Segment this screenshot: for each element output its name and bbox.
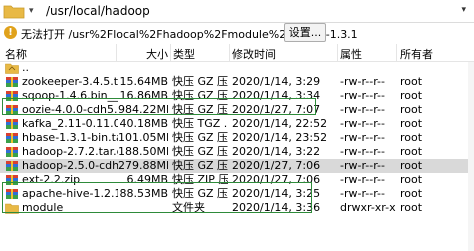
file-size: 16.86MB <box>119 89 168 102</box>
file-attributes: -rw-r--r-- <box>340 103 385 116</box>
file-name: hadoop-2.7.2.tar.gz <box>22 145 118 158</box>
file-modified: 2020/1/14, 3:34 <box>232 89 321 102</box>
file-type: 文件夹 <box>172 201 205 214</box>
history-caret-icon[interactable]: ▾ <box>29 6 39 16</box>
file-modified: 2020/1/14, 3:36 <box>232 201 321 214</box>
file-owner: root <box>400 173 423 186</box>
table-row[interactable]: module 文件夹 2020/1/14, 3:36 drwxr-xr-x root <box>0 201 474 215</box>
file-size: 88.53MB <box>119 187 168 200</box>
file-modified: 2020/1/14, 23:52 <box>232 131 328 144</box>
file-owner: root <box>400 89 423 102</box>
file-modified: 2020/1/27, 7:06 <box>232 173 321 186</box>
path-input[interactable]: /usr/local/hadoop <box>46 4 150 18</box>
file-attributes: -rw-r--r-- <box>340 187 385 200</box>
file-name: ext-2.2.zip <box>22 173 81 186</box>
archive-icon <box>6 161 18 171</box>
file-type: 快压 TGZ ... <box>172 117 228 130</box>
archive-icon <box>6 91 18 101</box>
file-size: 6.49MB <box>126 173 168 186</box>
file-modified: 2020/1/14, 3:29 <box>232 75 321 88</box>
table-row[interactable]: kafka_2.11-0.11.0.2.t...40.18MB 快压 TGZ ..… <box>0 117 474 131</box>
file-attributes: drwxr-xr-x <box>340 201 396 214</box>
table-row[interactable]: apache-hive-1.2.1-bi...88.53MB 快压 GZ 压...… <box>0 187 474 201</box>
file-attributes: -rw-r--r-- <box>340 173 385 186</box>
file-modified: 2020/1/14, 3:25 <box>232 187 321 200</box>
path-dropdown-icon[interactable]: ▾ <box>461 5 466 15</box>
column-name[interactable]: 名称 <box>5 46 27 62</box>
file-attributes: -rw-r--r-- <box>340 117 385 130</box>
column-size[interactable]: 大小 <box>146 46 168 62</box>
folder-icon <box>3 5 25 19</box>
archive-icon <box>6 105 18 115</box>
table-row[interactable]: sqoop-1.4.6.bin__ha...16.86MB 快压 GZ 压... 2… <box>0 89 474 103</box>
file-name: apache-hive-1.2.1-bi... <box>22 187 118 200</box>
file-size: 101.05MB <box>118 131 168 144</box>
file-attributes: -rw-r--r-- <box>340 159 385 172</box>
file-size: 40.18MB <box>119 117 168 130</box>
file-type: 快压 GZ 压... <box>172 145 228 158</box>
file-size: 188.50MB <box>118 145 168 158</box>
file-name: zookeeper-3.4.5.tar.... <box>22 75 118 88</box>
file-name: .. <box>22 61 29 74</box>
error-bar: ! 无法打开 /usr%2Flocal%2Fhadoop%2Fmodule%2F… <box>0 23 474 43</box>
file-name: kafka_2.11-0.11.0.2.t... <box>22 117 118 130</box>
file-type: 快压 GZ 压... <box>172 159 228 172</box>
table-row[interactable]: hbase-1.3.1-bin.tar.gz101.05MB 快压 GZ 压...… <box>0 131 474 145</box>
file-modified: 2020/1/14, 3:22 <box>232 145 321 158</box>
column-header: 名称 大小 类型 修改时间 属性 所有者 <box>0 44 474 62</box>
table-row[interactable]: hadoop-2.5.0-cdh5...279.88MB 快压 GZ 压... 20… <box>0 159 474 173</box>
file-type: 快压 GZ 压... <box>172 89 228 102</box>
settings-button[interactable]: 设置... <box>284 23 326 42</box>
file-modified: 2020/1/14, 22:52 <box>232 117 328 130</box>
table-row[interactable]: .. <box>0 61 474 75</box>
file-name: sqoop-1.4.6.bin__ha... <box>22 89 118 102</box>
table-row[interactable]: hadoop-2.7.2.tar.gz188.50MB 快压 GZ 压... 202… <box>0 145 474 159</box>
archive-icon <box>6 133 18 143</box>
table-row[interactable]: oozie-4.0.0-cdh5.3.6...984.22MB 快压 GZ 压..… <box>0 103 474 117</box>
file-name: hbase-1.3.1-bin.tar.gz <box>22 131 118 144</box>
file-type: 快压 ZIP 压... <box>172 173 228 186</box>
archive-icon <box>6 189 18 199</box>
vertical-scrollbar[interactable] <box>468 62 474 251</box>
table-row[interactable]: ext-2.2.zip 6.49MB 快压 ZIP 压... 2020/1/27, 7… <box>0 173 474 187</box>
file-owner: root <box>400 103 423 116</box>
file-type: 快压 GZ 压... <box>172 131 228 144</box>
file-type: 快压 GZ 压... <box>172 75 228 88</box>
file-name: module <box>22 201 64 214</box>
column-owner[interactable]: 所有者 <box>400 46 433 62</box>
file-owner: root <box>400 145 423 158</box>
file-attributes: -rw-r--r-- <box>340 75 385 88</box>
parent-folder-icon <box>5 63 19 74</box>
archive-icon <box>6 147 18 157</box>
file-attributes: -rw-r--r-- <box>340 145 385 158</box>
file-size: 984.22MB <box>118 103 168 116</box>
archive-icon <box>6 77 18 87</box>
archive-icon <box>6 119 18 129</box>
file-owner: root <box>400 131 423 144</box>
table-row[interactable]: zookeeper-3.4.5.tar....15.64MB 快压 GZ 压...… <box>0 75 474 89</box>
zip-archive-icon <box>6 175 18 185</box>
column-attributes[interactable]: 属性 <box>340 46 362 62</box>
path-bar: ▾ /usr/local/hadoop ▾ <box>0 0 474 23</box>
file-name: hadoop-2.5.0-cdh5... <box>22 159 118 172</box>
file-name: oozie-4.0.0-cdh5.3.6... <box>22 103 118 116</box>
column-modified[interactable]: 修改时间 <box>232 46 276 62</box>
column-type[interactable]: 类型 <box>173 46 195 62</box>
file-attributes: -rw-r--r-- <box>340 131 385 144</box>
file-size: 279.88MB <box>118 159 168 172</box>
file-attributes: -rw-r--r-- <box>340 89 385 102</box>
file-size: 15.64MB <box>119 75 168 88</box>
file-owner: root <box>400 201 423 214</box>
file-modified: 2020/1/27, 7:07 <box>232 103 321 116</box>
folder-icon <box>5 203 19 214</box>
file-modified: 2020/1/27, 7:06 <box>232 159 321 172</box>
file-owner: root <box>400 75 423 88</box>
file-owner: root <box>400 117 423 130</box>
file-type: 快压 GZ 压... <box>172 103 228 116</box>
file-owner: root <box>400 187 423 200</box>
file-type: 快压 GZ 压... <box>172 187 228 200</box>
file-owner: root <box>400 159 423 172</box>
warning-icon: ! <box>4 26 17 39</box>
